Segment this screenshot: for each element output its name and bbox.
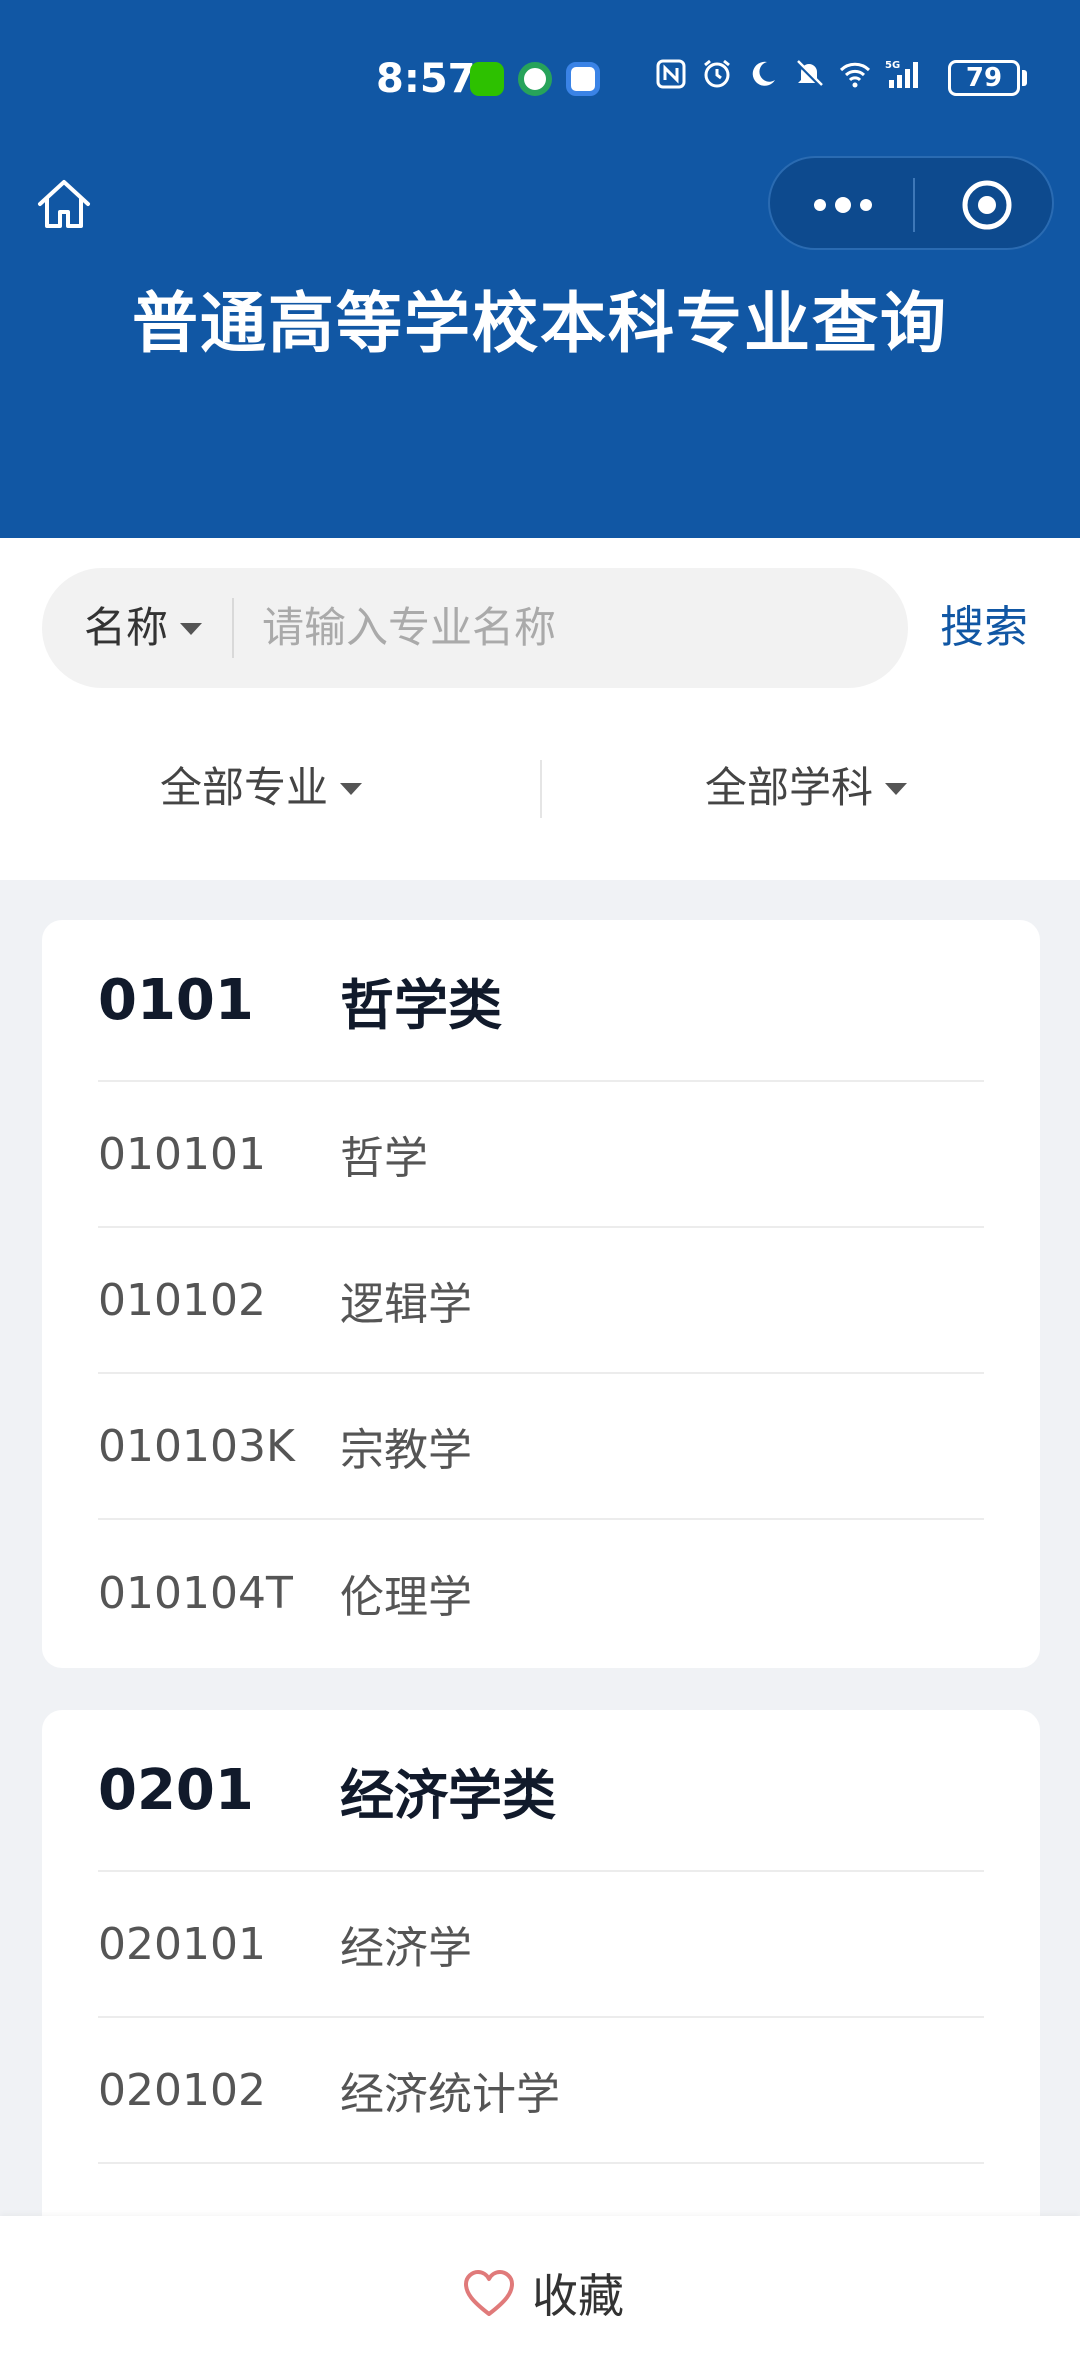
status-time: 8:57 <box>376 56 476 102</box>
major-code: 010101 <box>98 1128 266 1180</box>
major-name: 伦理学 <box>340 1572 472 1623</box>
major-name: 经济学 <box>340 1923 472 1974</box>
search-input[interactable] <box>262 568 882 688</box>
major-code: 010102 <box>98 1274 266 1326</box>
search-button[interactable]: 搜索 <box>940 568 1028 688</box>
major-row[interactable]: 010104T 伦理学 <box>98 1520 984 1666</box>
status-bar: 8:57 5G 79 <box>0 50 1080 110</box>
wechat-icon <box>470 62 504 96</box>
capsule-divider <box>913 178 915 232</box>
home-icon[interactable] <box>34 176 94 232</box>
network-label: 5G <box>885 60 900 71</box>
search-separator <box>232 598 234 658</box>
bottom-bar: 收藏 <box>0 2216 1080 2376</box>
page: 8:57 5G 79 普通高等学校本科专业查询 名称 请输入专业名称 搜索 全部… <box>0 0 1080 2376</box>
filter-divider <box>540 760 542 818</box>
major-row[interactable]: 010102 逻辑学 <box>98 1228 984 1374</box>
group-name: 哲学类 <box>340 973 502 1037</box>
chevron-down-icon <box>340 782 363 795</box>
heart-icon <box>464 2270 514 2316</box>
signal-icon: 5G <box>885 60 918 88</box>
miniprogram-capsule <box>768 156 1054 250</box>
wifi-icon <box>839 62 871 88</box>
close-miniprogram-icon[interactable] <box>960 178 1014 232</box>
more-icon[interactable] <box>810 188 876 222</box>
major-code: 010103K <box>98 1420 295 1472</box>
chevron-down-icon <box>885 782 908 795</box>
mute-icon <box>795 60 823 88</box>
major-name: 宗教学 <box>340 1425 472 1476</box>
favorite-button[interactable]: 收藏 <box>462 2260 624 2326</box>
major-row[interactable]: 020102 经济统计学 <box>98 2018 984 2164</box>
group-header[interactable]: 0101 哲学类 <box>98 920 984 1082</box>
status-icons: 5G <box>655 58 925 90</box>
battery-nub <box>1022 70 1027 86</box>
major-name: 逻辑学 <box>340 1279 472 1330</box>
app-icon <box>518 62 552 96</box>
group-name: 经济学类 <box>340 1763 556 1827</box>
major-row[interactable]: 010103K 宗教学 <box>98 1374 984 1520</box>
app-icon <box>566 62 600 96</box>
filter-major-dropdown[interactable]: 全部专业 <box>160 728 363 848</box>
filter-bar: 全部专业 全部学科 <box>0 728 1080 848</box>
battery-indicator: 79 <box>948 60 1020 96</box>
page-title: 普通高等学校本科专业查询 <box>132 285 948 362</box>
major-code: 020102 <box>98 2064 266 2116</box>
group-code: 0101 <box>98 967 254 1033</box>
group-header[interactable]: 0201 经济学类 <box>98 1710 984 1872</box>
alarm-icon <box>704 59 730 88</box>
major-name: 经济统计学 <box>340 2069 560 2120</box>
search-panel: 名称 搜索 全部专业 全部学科 <box>0 538 1080 880</box>
major-row[interactable]: 020101 经济学 <box>98 1872 984 2018</box>
major-row[interactable]: 010101 哲学 <box>98 1082 984 1228</box>
moon-icon <box>752 61 775 86</box>
major-group-card: 0101 哲学类 010101 哲学 010102 逻辑学 010103K 宗教… <box>42 920 1040 1668</box>
filter-subject-dropdown[interactable]: 全部学科 <box>705 728 908 848</box>
search-box: 名称 <box>42 568 908 688</box>
nfc-icon <box>656 59 686 89</box>
filter-major-label: 全部专业 <box>160 763 329 812</box>
search-type-label: 名称 <box>84 603 169 652</box>
filter-subject-label: 全部学科 <box>705 763 874 812</box>
major-code: 020101 <box>98 1918 266 1970</box>
major-name: 哲学 <box>340 1133 428 1184</box>
group-code: 0201 <box>98 1757 254 1823</box>
favorite-label: 收藏 <box>532 2269 624 2323</box>
search-type-dropdown[interactable]: 名称 <box>84 568 203 688</box>
chevron-down-icon <box>180 622 203 635</box>
header: 8:57 5G 79 普通高等学校本科专业查询 <box>0 0 1080 538</box>
major-code: 010104T <box>98 1567 293 1619</box>
